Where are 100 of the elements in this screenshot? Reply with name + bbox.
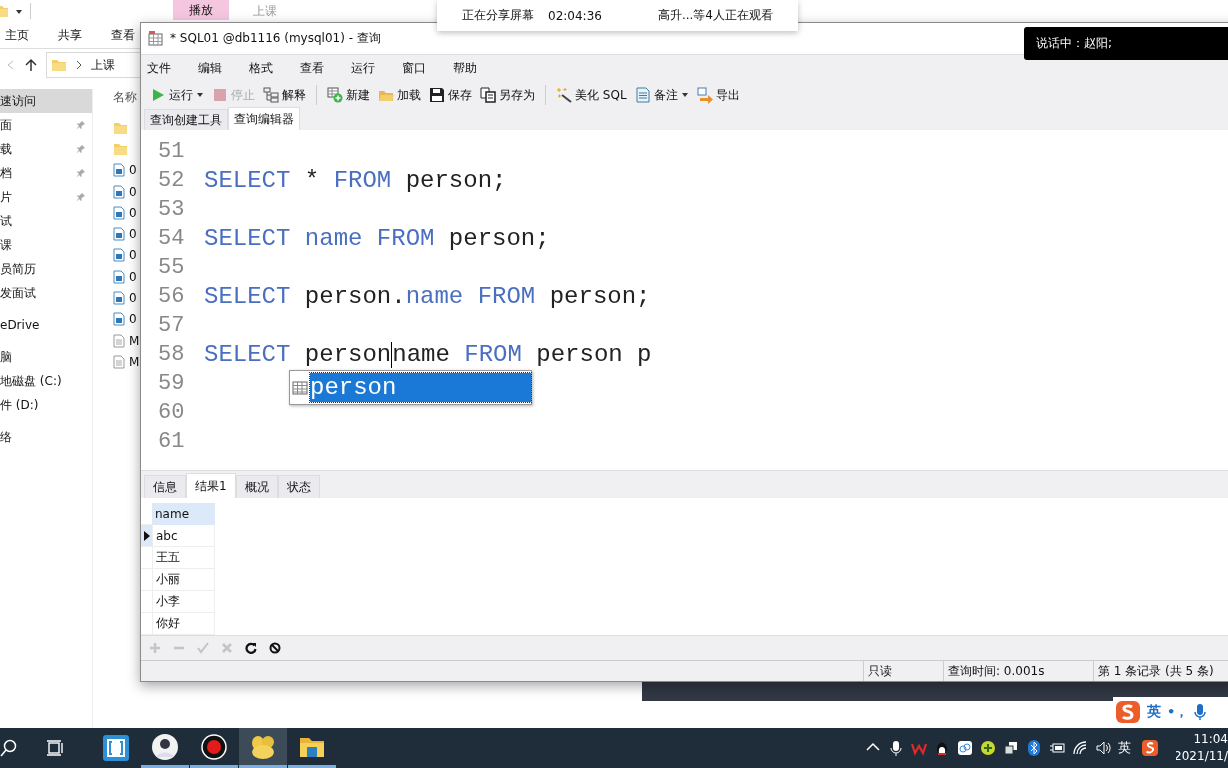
column-header[interactable]: 名称 bbox=[113, 89, 140, 113]
record-icon bbox=[199, 731, 229, 762]
microphone-icon bbox=[1194, 703, 1207, 721]
tab[interactable]: 信息 bbox=[144, 475, 186, 499]
document-icon bbox=[634, 86, 651, 104]
line-number: 53 bbox=[157, 197, 186, 223]
table-icon bbox=[148, 30, 164, 47]
penguin-icon[interactable] bbox=[934, 740, 950, 756]
avatar-icon bbox=[150, 731, 180, 762]
battery-icon[interactable] bbox=[1049, 740, 1065, 756]
tab[interactable]: 结果1 bbox=[186, 473, 236, 499]
menu-item[interactable]: 文件 bbox=[147, 60, 198, 78]
status-text: 查询时间: 0.001s bbox=[943, 661, 1093, 681]
nav-item[interactable]: 片 bbox=[0, 185, 92, 209]
arrow-icon bbox=[696, 86, 713, 104]
ribbon-tab[interactable]: 查看 bbox=[111, 26, 135, 44]
taskbar-app[interactable] bbox=[239, 728, 287, 768]
video-file-icon bbox=[113, 291, 125, 305]
input-language[interactable]: 英 bbox=[1118, 739, 1131, 757]
nav-item[interactable]: 速访问 bbox=[0, 89, 92, 113]
plus-circle-icon[interactable] bbox=[980, 740, 996, 756]
toolbar-button[interactable]: 备注 bbox=[630, 83, 693, 108]
toolbar-button[interactable]: 保存 bbox=[425, 83, 476, 108]
nav-item[interactable]: 档 bbox=[0, 161, 92, 185]
table-cell: 小李 bbox=[152, 591, 215, 614]
menu-item[interactable]: 编辑 bbox=[198, 60, 249, 78]
document-icon bbox=[113, 354, 125, 369]
ribbon-context-tab[interactable]: 播放 bbox=[173, 0, 229, 20]
punctuation-mode[interactable]: •， bbox=[1167, 703, 1189, 721]
toolbar-button[interactable]: 另存为 bbox=[476, 83, 539, 108]
copy-icon bbox=[480, 86, 496, 104]
nav-item[interactable]: 载 bbox=[0, 137, 92, 161]
menu-item[interactable]: 窗口 bbox=[402, 60, 453, 78]
nav-item[interactable]: 试 bbox=[0, 209, 92, 233]
folder-icon bbox=[51, 57, 67, 73]
nav-item[interactable]: eDrive bbox=[0, 313, 92, 337]
table-cell: 小丽 bbox=[152, 569, 215, 592]
elapsed-time: 02:04:36 bbox=[548, 8, 602, 23]
file-name[interactable]: 0 bbox=[129, 312, 137, 327]
bracket-app-icon bbox=[101, 733, 131, 763]
toolbar-button[interactable]: 加载 bbox=[374, 83, 425, 108]
menu-item[interactable]: 格式 bbox=[249, 60, 300, 78]
nav-item[interactable]: 地磁盘 (C:) bbox=[0, 369, 92, 393]
nav-item[interactable]: 课 bbox=[0, 233, 92, 257]
toolbar-button[interactable]: 解释 bbox=[259, 83, 310, 108]
video-file-icon bbox=[113, 227, 125, 242]
tab[interactable]: 概况 bbox=[235, 475, 278, 499]
tab[interactable]: 查询编辑器 bbox=[228, 107, 300, 131]
menu-item[interactable]: 运行 bbox=[351, 60, 402, 78]
toolbar-button[interactable]: 导出 bbox=[692, 83, 744, 108]
nav-item[interactable]: 发面试 bbox=[0, 281, 92, 305]
volume-icon[interactable] bbox=[1095, 740, 1111, 756]
search-icon bbox=[0, 739, 18, 757]
file-name[interactable]: 0 bbox=[129, 184, 137, 199]
video-file-icon bbox=[113, 312, 125, 327]
toolbar-button[interactable]: 新建 bbox=[323, 83, 374, 108]
menu-item[interactable]: 查看 bbox=[300, 60, 351, 78]
table-cell: 王五 bbox=[152, 547, 215, 570]
file-name[interactable]: 0 bbox=[129, 205, 137, 220]
column-header[interactable]: name bbox=[152, 503, 215, 526]
nav-item[interactable]: 员简历 bbox=[0, 257, 92, 281]
menu-item[interactable]: 帮助 bbox=[453, 60, 504, 78]
file-name[interactable]: M bbox=[129, 354, 140, 369]
file-name[interactable]: 0 bbox=[129, 248, 137, 263]
ribbon-tab[interactable]: 共享 bbox=[58, 26, 82, 44]
tab[interactable]: 状态 bbox=[277, 475, 320, 499]
viewer-count: 高升...等4人正在观看 bbox=[657, 7, 773, 24]
file-name[interactable]: 0 bbox=[129, 269, 137, 284]
bluetooth-icon[interactable] bbox=[1026, 740, 1042, 756]
tab[interactable]: 查询创建工具 bbox=[144, 109, 228, 131]
line-number: 61 bbox=[157, 429, 186, 455]
input-mode[interactable]: 英 bbox=[1147, 703, 1161, 721]
video-file-icon bbox=[113, 163, 125, 178]
cloud-icon[interactable] bbox=[957, 740, 973, 756]
table-icon bbox=[292, 380, 308, 395]
line-number: 60 bbox=[157, 400, 186, 426]
nav-item[interactable]: 络 bbox=[0, 425, 92, 449]
tree-icon bbox=[263, 86, 279, 104]
nav-item[interactable]: 件 (D:) bbox=[0, 393, 92, 417]
prohibited-icon[interactable] bbox=[269, 642, 281, 655]
file-name[interactable]: 0 bbox=[129, 163, 137, 178]
line-number: 51 bbox=[157, 139, 186, 165]
microphone-icon[interactable] bbox=[888, 740, 904, 756]
code-editor[interactable]: 51 52 SELECT * FROM person; 53 54 SELECT name FROM person; 55 56 SELECT person.name FROM person; 57 58 SELECT person name FROM person p 59 60 61 person bbox=[141, 130, 1228, 470]
speaking-toast: 说话中：赵阳; bbox=[1024, 27, 1228, 60]
video-file-icon bbox=[113, 205, 125, 220]
toolbar-button[interactable]: 美化 SQL bbox=[552, 83, 631, 108]
nav-item[interactable]: 面 bbox=[0, 113, 92, 137]
file-name[interactable]: M bbox=[129, 333, 140, 348]
file-name[interactable]: 0 bbox=[129, 291, 137, 305]
refresh-icon[interactable] bbox=[245, 642, 257, 655]
file-name[interactable]: 0 bbox=[129, 227, 137, 242]
ribbon-tab[interactable]: 主页 bbox=[5, 26, 29, 44]
video-file-icon bbox=[113, 248, 125, 263]
toolbar-button[interactable]: 运行 bbox=[146, 83, 208, 108]
status-text: 只读 bbox=[863, 661, 943, 681]
line-number: 59 bbox=[157, 371, 186, 397]
line-number: 55 bbox=[157, 255, 186, 281]
nav-item[interactable]: 脑 bbox=[0, 345, 92, 369]
wifi-icon[interactable] bbox=[1072, 740, 1088, 756]
